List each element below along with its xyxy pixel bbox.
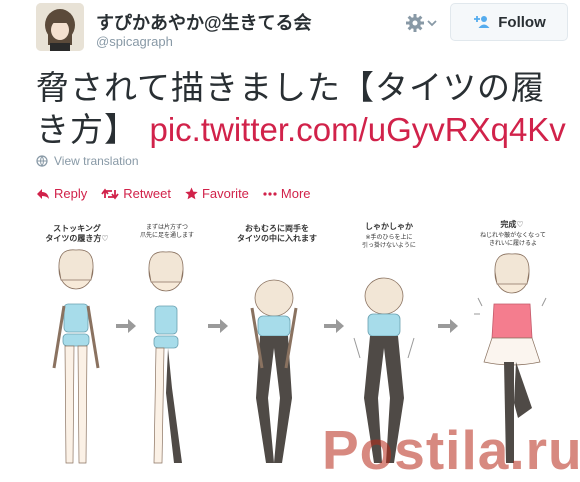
follow-label: Follow [498, 13, 546, 31]
avatar[interactable] [36, 3, 84, 51]
author-name[interactable]: すぴかあやか@生きてる会 [96, 9, 312, 35]
follow-button[interactable]: Follow [450, 3, 568, 41]
gear-icon [406, 14, 424, 32]
tweet-options-button[interactable] [405, 12, 441, 34]
author-handle[interactable]: @spicagraph [96, 34, 173, 49]
arrow-4 [438, 319, 458, 333]
tweet-actions: Reply Retweet Favorite More [36, 186, 311, 201]
avatar-image [36, 3, 84, 51]
more-label: More [280, 186, 311, 201]
retweet-button[interactable]: Retweet [101, 186, 171, 201]
watermark: Postila.ru [322, 419, 580, 481]
add-user-icon [474, 16, 490, 28]
view-translation-label: View translation [54, 154, 139, 168]
tweet-text: 脅されて描きました【タイツの履き方】 pic.twitter.com/uGyvR… [36, 67, 566, 151]
favorite-label: Favorite [201, 186, 249, 201]
reply-label: Reply [54, 186, 88, 201]
figure-2 [148, 251, 184, 464]
retweet-label: Retweet [123, 186, 171, 201]
globe-icon [36, 155, 48, 167]
view-translation[interactable]: View translation [36, 154, 139, 168]
star-icon [185, 187, 198, 200]
tweet-media-link[interactable]: pic.twitter.com/uGyvRXq4Kv [150, 111, 566, 148]
retweet-icon [101, 188, 119, 199]
figure-1 [52, 249, 100, 464]
reply-icon [37, 188, 49, 199]
arrow-1 [116, 319, 136, 333]
figure-3 [250, 279, 298, 463]
arrow-3 [324, 319, 344, 333]
chevron-down-icon [427, 20, 437, 27]
arrow-2 [208, 319, 228, 333]
reply-button[interactable]: Reply [36, 186, 87, 201]
favorite-button[interactable]: Favorite [185, 186, 249, 201]
more-button[interactable]: More [263, 186, 311, 201]
more-dots-icon [263, 191, 277, 196]
